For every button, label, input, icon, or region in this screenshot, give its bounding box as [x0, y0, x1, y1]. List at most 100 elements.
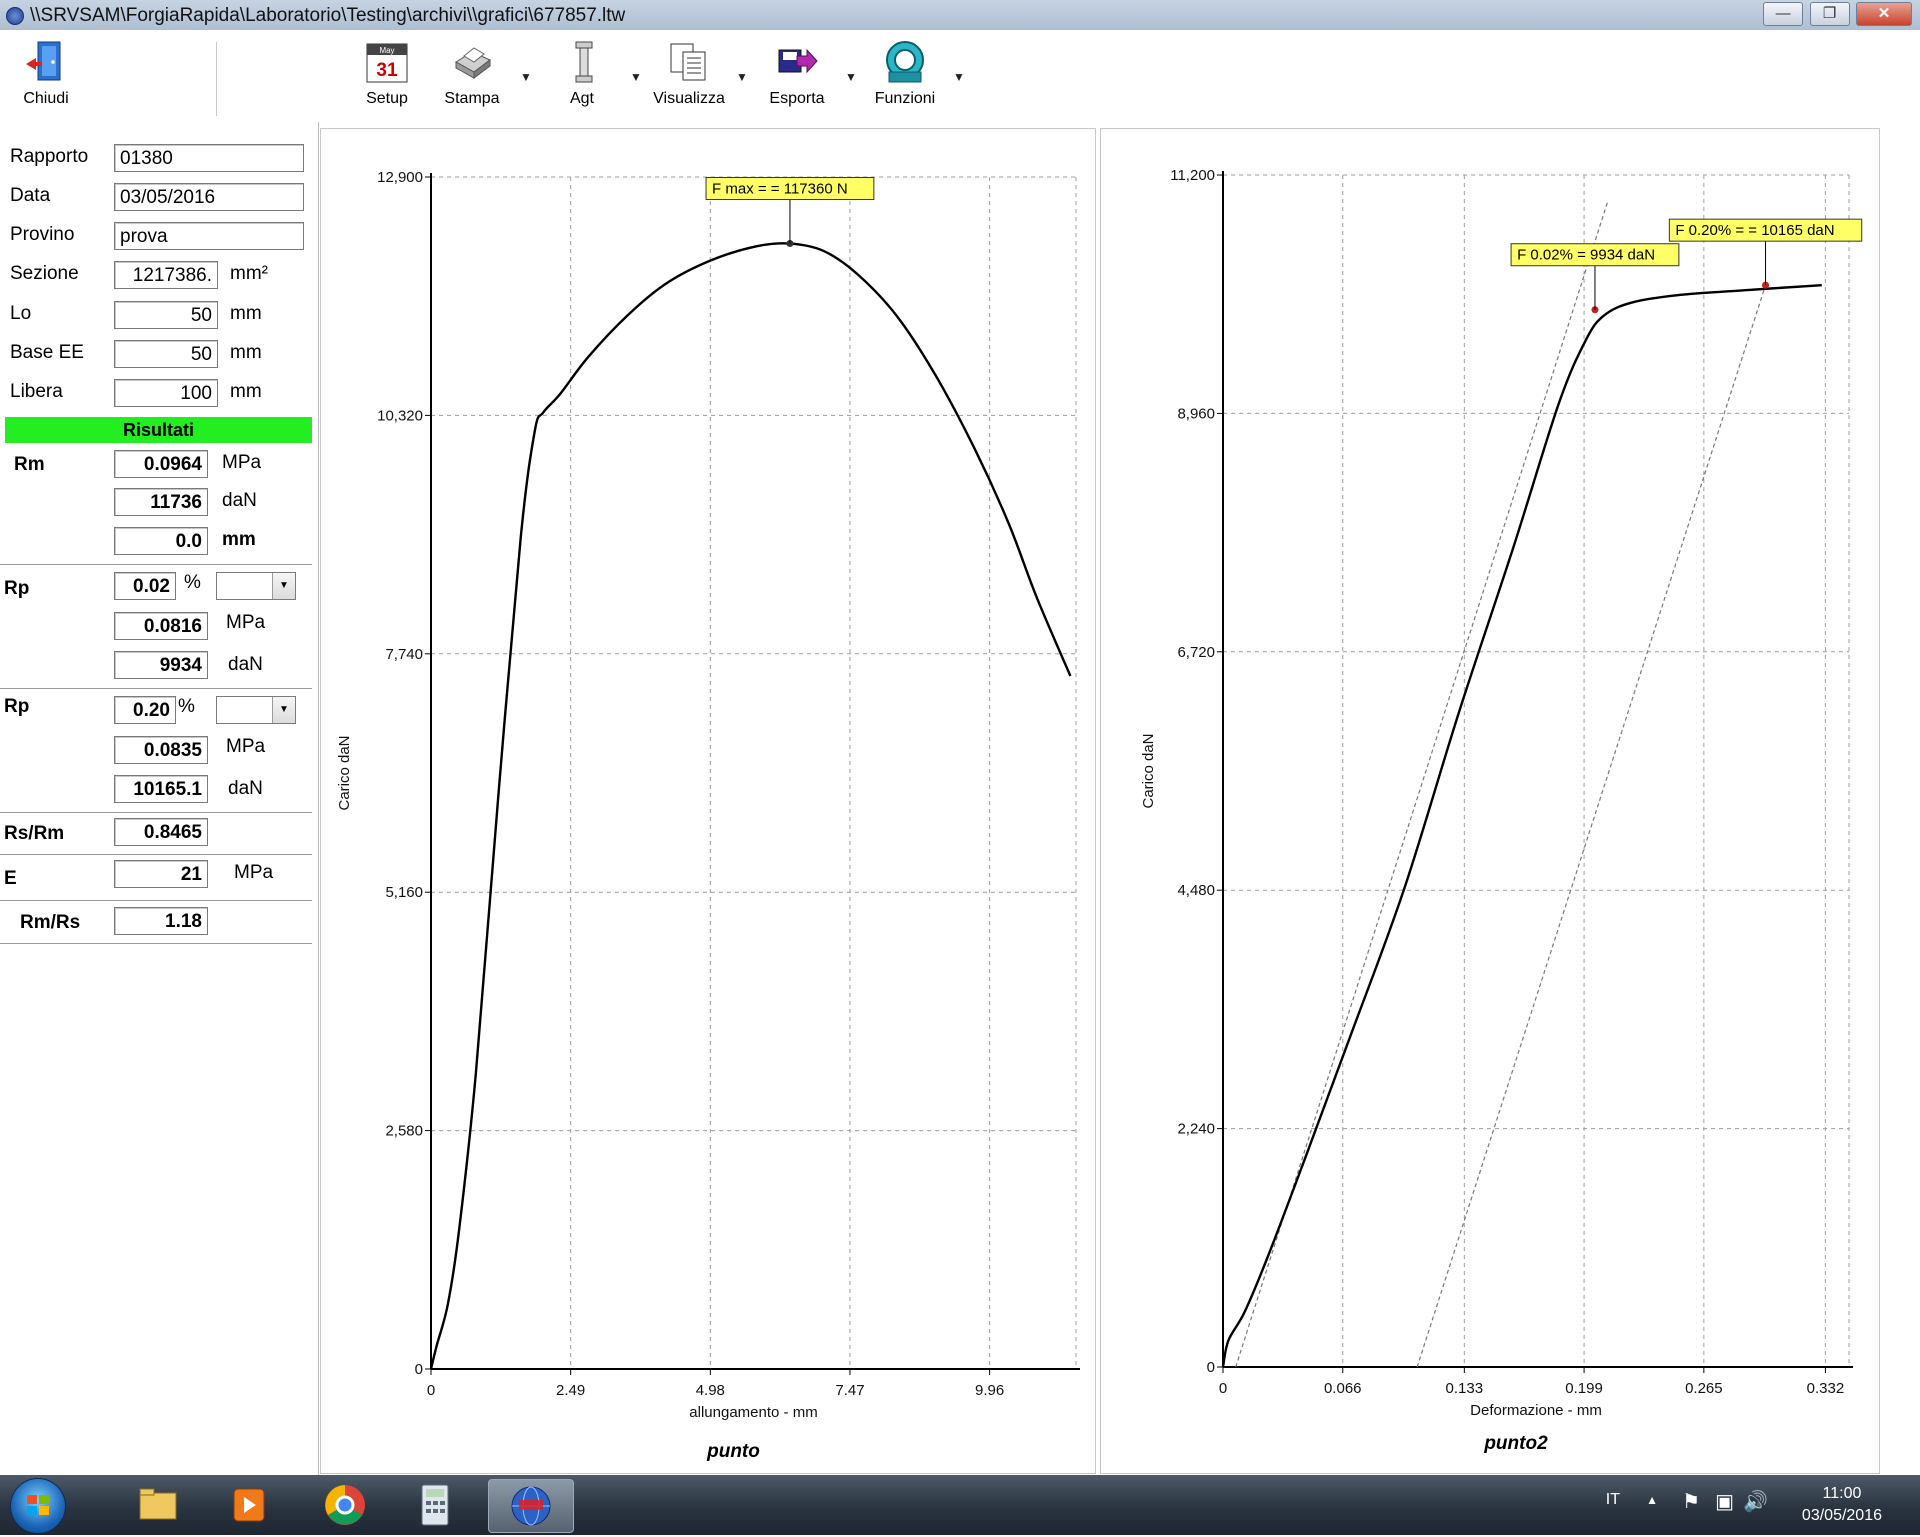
export-disk-icon [773, 38, 821, 86]
agt-dropdown-arrow[interactable]: ▼ [630, 70, 642, 84]
rm-rs-field[interactable]: 1.18 [114, 907, 208, 935]
base-ee-unit: mm [230, 342, 262, 363]
esporta-dropdown-arrow[interactable]: ▼ [845, 70, 857, 84]
chiudi-label: Chiudi [23, 90, 69, 107]
window-controls: — ❐ ✕ [1761, 2, 1912, 26]
rm-rs-label: Rm/Rs [20, 912, 81, 933]
visualizza-button[interactable]: Visualizza [648, 38, 730, 108]
provino-field[interactable]: prova [114, 222, 304, 250]
libera-unit: mm [230, 381, 262, 402]
rm-mpa-field[interactable]: 0.0964 [114, 450, 208, 478]
chrome-taskbar-button[interactable] [308, 1479, 382, 1531]
start-button[interactable] [10, 1478, 66, 1534]
load-elongation-chart[interactable]: 0 2.49 4.98 7.47 9.96 0 2,580 5,160 7,740 10,320 1… [321, 129, 1095, 1473]
rp1-select[interactable]: ▼ [216, 572, 296, 600]
sezione-field[interactable]: 1217386. [114, 261, 218, 289]
x-tick-label: 0.066 [1324, 1380, 1362, 1397]
rp2-percent-unit: % [178, 696, 195, 717]
rm-mm-unit: mm [222, 529, 256, 550]
base-ee-label: Base EE [10, 342, 84, 363]
rapporto-field[interactable]: 01380 [114, 144, 304, 172]
rp1-dan-unit: daN [228, 654, 263, 675]
language-indicator[interactable]: IT [1606, 1491, 1620, 1509]
rp2-dan-unit: daN [228, 778, 263, 799]
funzioni-button[interactable]: Funzioni [870, 38, 940, 108]
media-player-taskbar-button[interactable] [212, 1479, 286, 1531]
calculator-taskbar-button[interactable] [398, 1479, 472, 1531]
esporta-label: Esporta [769, 90, 825, 107]
sezione-label: Sezione [10, 263, 79, 284]
divider [0, 943, 312, 945]
volume-icon[interactable]: 🔊 [1743, 1489, 1768, 1514]
sezione-unit: mm² [230, 263, 268, 284]
action-center-flag-icon[interactable]: ⚑ [1682, 1489, 1700, 1514]
rs-rm-label: Rs/Rm [4, 823, 65, 844]
media-player-icon [233, 1488, 265, 1522]
calculator-icon [421, 1484, 449, 1526]
y-axis-label: Carico daN [1140, 733, 1157, 808]
agt-button[interactable]: Agt [560, 38, 604, 108]
funzioni-dropdown-arrow[interactable]: ▼ [953, 70, 965, 84]
rp2-select[interactable]: ▼ [216, 696, 296, 724]
calendar-month: May [379, 46, 394, 55]
clock-time: 11:00 [1822, 1485, 1862, 1502]
toolbar: Chiudi May 31 Setup Stampa ▼ Agt ▼ Visua… [0, 30, 1920, 122]
base-ee-field[interactable]: 50 [114, 340, 218, 368]
chart-title: punto [706, 1441, 760, 1462]
stampa-dropdown-arrow[interactable]: ▼ [520, 70, 532, 84]
offset-line [1416, 284, 1767, 1368]
rp1-mpa-field[interactable]: 0.0816 [114, 612, 208, 640]
rs-rm-field[interactable]: 0.8465 [114, 818, 208, 846]
maximize-button[interactable]: ❐ [1809, 2, 1850, 26]
clock[interactable]: 11:00 03/05/2016 [1802, 1483, 1882, 1527]
visualizza-dropdown-arrow[interactable]: ▼ [736, 70, 748, 84]
chart-panel-punto2: 0 0.066 0.133 0.199 0.265 0.332 0 2,240 4,480 6,7… [1100, 128, 1880, 1474]
rm-mm-field[interactable]: 0.0 [114, 527, 208, 555]
rp2-label: Rp [4, 696, 30, 717]
rm-dan-field[interactable]: 11736 [114, 488, 208, 516]
rapporto-label: Rapporto [10, 146, 89, 167]
explorer-taskbar-button[interactable] [120, 1479, 194, 1531]
divider [0, 812, 312, 814]
rp1-dan-field[interactable]: 9934 [114, 651, 208, 679]
app-icon [6, 7, 24, 25]
rp1-percent-field[interactable]: 0.02 [114, 572, 176, 600]
rp2-mpa-field[interactable]: 0.0835 [114, 736, 208, 764]
load-deformation-chart[interactable]: 0 0.066 0.133 0.199 0.265 0.332 0 2,240 4,480 6,7… [1101, 129, 1879, 1473]
y-tick-label: 10,320 [377, 407, 423, 424]
e-field[interactable]: 21 [114, 860, 208, 888]
libera-field[interactable]: 100 [114, 379, 218, 407]
minimize-button[interactable]: — [1763, 2, 1804, 26]
y-tick-label: 6,720 [1177, 644, 1215, 661]
calendar-day: 31 [376, 60, 398, 81]
rp1-percent-unit: % [184, 572, 201, 593]
y-tick-label: 8,960 [1177, 405, 1215, 422]
close-button[interactable]: ✕ [1856, 2, 1912, 26]
rp2-percent-field[interactable]: 0.20 [114, 696, 176, 724]
lo-unit: mm [230, 303, 262, 324]
e-unit: MPa [234, 862, 274, 883]
network-icon[interactable]: ▣ [1715, 1489, 1734, 1514]
lo-field[interactable]: 50 [114, 301, 218, 329]
smt-app-taskbar-button[interactable] [488, 1479, 574, 1533]
chevron-down-icon[interactable]: ▼ [272, 697, 295, 723]
y-tick-label: 11,200 [1170, 167, 1215, 184]
windows-logo-icon [27, 1495, 49, 1515]
rp2-dan-field[interactable]: 10165.1 [114, 775, 208, 803]
chevron-down-icon[interactable]: ▼ [272, 573, 295, 599]
chiudi-button[interactable]: Chiudi [18, 38, 74, 108]
data-field[interactable]: 03/05/2016 [114, 183, 304, 211]
functions-gauge-icon [881, 38, 929, 86]
rm-dan-unit: daN [222, 490, 257, 511]
e-label: E [4, 868, 17, 889]
rp1-label: Rp [4, 578, 30, 599]
setup-button[interactable]: May 31 Setup [360, 38, 414, 108]
tray-expand-icon[interactable]: ▲ [1646, 1493, 1658, 1507]
clock-date: 03/05/2016 [1801, 1507, 1882, 1524]
taskbar: IT ▲ ⚑ ▣ 🔊 11:00 03/05/2016 [0, 1475, 1920, 1535]
rp1-mpa-unit: MPa [226, 612, 266, 633]
calendar-icon: May 31 [363, 38, 411, 86]
stampa-button[interactable]: Stampa [440, 38, 504, 108]
esporta-button[interactable]: Esporta [762, 38, 832, 108]
annotation-label: F 0.20% = = 10165 daN [1675, 222, 1834, 239]
